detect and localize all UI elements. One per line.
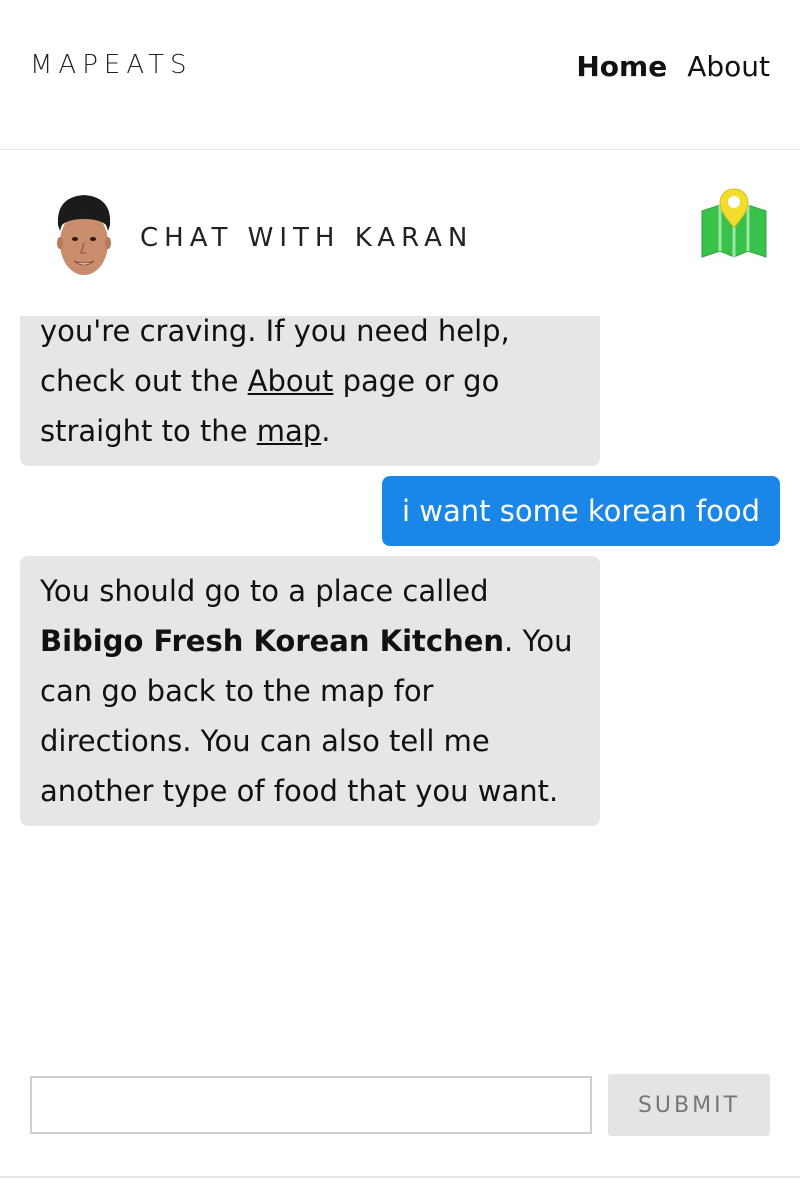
message-text: You should go to a place called	[40, 574, 489, 608]
message-text: check out the	[40, 364, 248, 398]
message-line: straight to the map.	[40, 406, 580, 456]
composer: SUBMIT	[30, 1074, 770, 1136]
bot-message: You should go to a place called Bibigo F…	[20, 556, 600, 826]
restaurant-name: Bibigo Fresh Korean Kitchen	[40, 624, 505, 658]
map-link[interactable]: map	[257, 414, 321, 448]
message-text: i want some korean food	[402, 494, 760, 528]
divider	[0, 1176, 800, 1178]
avatar	[57, 195, 111, 275]
brand-logo[interactable]: MAPEATS	[30, 50, 192, 80]
nav-home-link[interactable]: Home	[576, 50, 667, 83]
submit-button[interactable]: SUBMIT	[608, 1074, 770, 1136]
message-text: straight to the	[40, 414, 257, 448]
message-line: you're craving. If you need help,	[40, 316, 510, 348]
message-text: page or go	[333, 364, 500, 398]
message-text: .	[321, 414, 331, 448]
map-pin-icon[interactable]	[700, 187, 768, 261]
user-message: i want some korean food	[382, 476, 780, 546]
main-nav: Home About	[576, 50, 770, 83]
about-link[interactable]: About	[248, 364, 334, 398]
message-input[interactable]	[30, 1076, 592, 1134]
chat-header: CHAT WITH KARAN	[0, 185, 800, 295]
chat-messages[interactable]: you're craving. If you need help, check …	[0, 316, 800, 1056]
bot-message: you're craving. If you need help, check …	[20, 316, 600, 466]
nav-about-link[interactable]: About	[687, 50, 770, 83]
chat-title: CHAT WITH KARAN	[140, 223, 474, 253]
top-bar: MAPEATS Home About	[0, 0, 800, 150]
message-line: check out the About page or go	[40, 356, 580, 406]
